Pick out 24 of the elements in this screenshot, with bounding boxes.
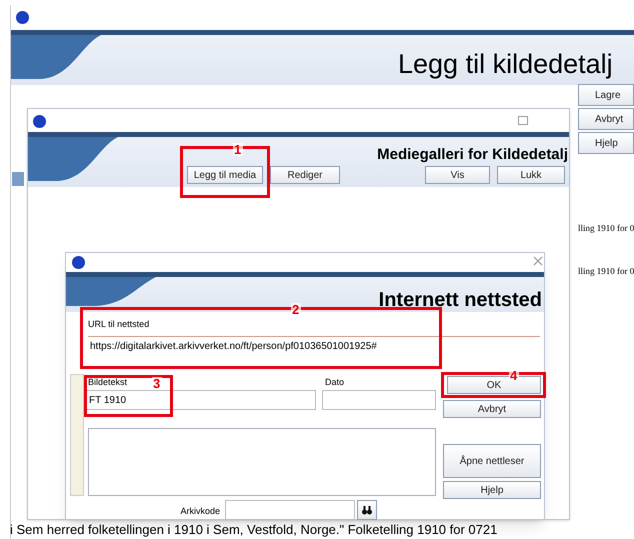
field-label: URL til nettsted <box>88 318 150 330</box>
dialog-button[interactable]: Hjelp <box>443 481 541 499</box>
dialog-button[interactable]: Rediger <box>270 166 340 184</box>
window-heading: Legg til kildedetalj <box>398 48 614 78</box>
footer-text: i Sem herred folketellingen i 1910 i Sem, Vestfold, Norge." Folketelling 1910 for 0721 <box>10 521 498 538</box>
field-label: Arkivkode <box>179 505 220 517</box>
step-number: 1 <box>233 143 243 156</box>
field-label: Bildetekst <box>88 376 128 387</box>
dialog-button[interactable]: Vis <box>425 166 490 184</box>
dialog-button[interactable]: Avbryt <box>443 400 541 418</box>
list-text: lling 1910 for 0 <box>578 222 634 234</box>
step-number: 2 <box>291 303 301 316</box>
dialog-heading: Internett nettsted <box>378 288 542 311</box>
dialog-button[interactable]: Avbryt <box>578 108 634 130</box>
dialog-button[interactable]: Åpne nettleser <box>443 444 541 478</box>
step-number: 3 <box>152 377 162 390</box>
dialog-button[interactable]: Lukk <box>497 166 565 184</box>
field-label: Dato <box>325 376 346 387</box>
dialog-button[interactable]: Legg til media <box>187 166 263 184</box>
dialog-button[interactable]: Lagre <box>578 84 634 106</box>
step-number: 4 <box>509 369 519 382</box>
window-heading: Mediegalleri for Kildedetalj <box>376 145 568 164</box>
dialog-button[interactable]: Hjelp <box>578 132 634 154</box>
list-text: lling 1910 for 0 <box>578 265 634 277</box>
